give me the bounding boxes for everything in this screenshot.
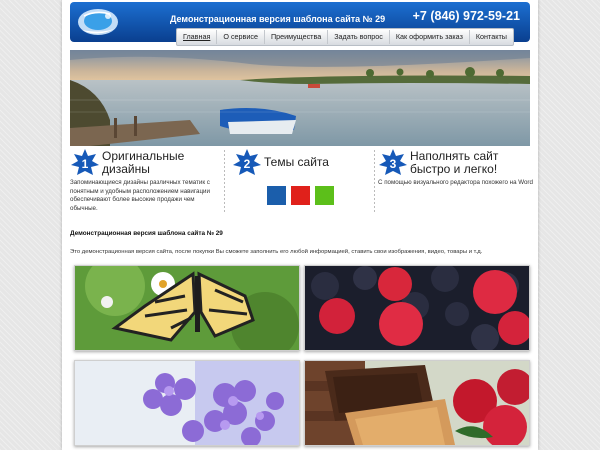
site-title: Демонстрационная версия шаблона сайта № … [170, 14, 386, 24]
feature-3-text: С помощью визуального редактора похожего… [378, 179, 533, 188]
nav-contacts[interactable]: Контакты [468, 30, 513, 44]
feature-divider [374, 150, 375, 212]
feature-3-title-line2: быстро и легко! [410, 162, 498, 176]
feature-3-title: Наполнять сайт быстро и легко! [410, 150, 498, 176]
chocolate-roses-image [305, 361, 529, 445]
gallery-image-chocolate-roses[interactable] [304, 360, 530, 446]
nav-home[interactable]: Главная [177, 30, 216, 44]
feature-1-text-line3: обеспечивают более высокие продажи чем о… [70, 196, 195, 212]
hero-lake-image [70, 50, 530, 146]
content-title: Демонстрационная версия шаблона сайта № … [70, 230, 223, 237]
feature-1-text-line1: Запоминающиеся дизайны различных тематик… [70, 179, 210, 186]
gallery-image-butterfly[interactable] [74, 265, 300, 351]
badge-1-number: 1 [82, 157, 89, 171]
nav-how-to-order[interactable]: Как оформить заказ [388, 30, 469, 44]
page-container: Демонстрационная версия шаблона сайта № … [62, 0, 538, 450]
feature-3: 3 Наполнять сайт быстро и легко! С помощ… [378, 148, 534, 214]
phone-number[interactable]: +7 (846) 972-59-21 [413, 9, 520, 23]
hero-banner [70, 50, 530, 146]
badge-3-icon: 3 [379, 149, 407, 175]
feature-1: 1 Оригинальные дизайны Запоминающиеся ди… [70, 148, 220, 214]
badge-2-number: 2 [244, 157, 251, 171]
feature-1-title: Оригинальные дизайны [102, 150, 184, 176]
logo-icon[interactable] [74, 4, 126, 40]
feature-divider [224, 150, 225, 212]
feature-2-title: Темы сайта [264, 155, 329, 169]
main-nav: Главная О сервисе Преимущества Задать во… [176, 28, 514, 46]
berries-image [305, 266, 529, 350]
badge-1-icon: 1 [71, 149, 99, 175]
nav-about[interactable]: О сервисе [216, 30, 264, 44]
feature-3-text-line1: С помощью визуального редактора похожего… [378, 179, 533, 186]
theme-swatch-green[interactable] [315, 186, 334, 205]
badge-2-icon: 2 [233, 149, 261, 175]
lilac-image [75, 361, 299, 445]
feature-1-text-line2: понятным и удобным расположением навигац… [70, 187, 210, 195]
theme-swatch-blue[interactable] [267, 186, 286, 205]
feature-1-title-line2: дизайны [102, 162, 150, 176]
theme-swatch-red[interactable] [291, 186, 310, 205]
butterfly-image [75, 266, 299, 350]
nav-ask-question[interactable]: Задать вопрос [327, 30, 389, 44]
badge-3-number: 3 [390, 157, 397, 171]
content-text: Это демонстрационная версия сайта, после… [70, 249, 483, 255]
gallery-image-berries[interactable] [304, 265, 530, 351]
feature-1-text: Запоминающиеся дизайны различных тематик… [70, 179, 220, 213]
nav-advantages[interactable]: Преимущества [263, 30, 327, 44]
gallery-image-lilac[interactable] [74, 360, 300, 446]
